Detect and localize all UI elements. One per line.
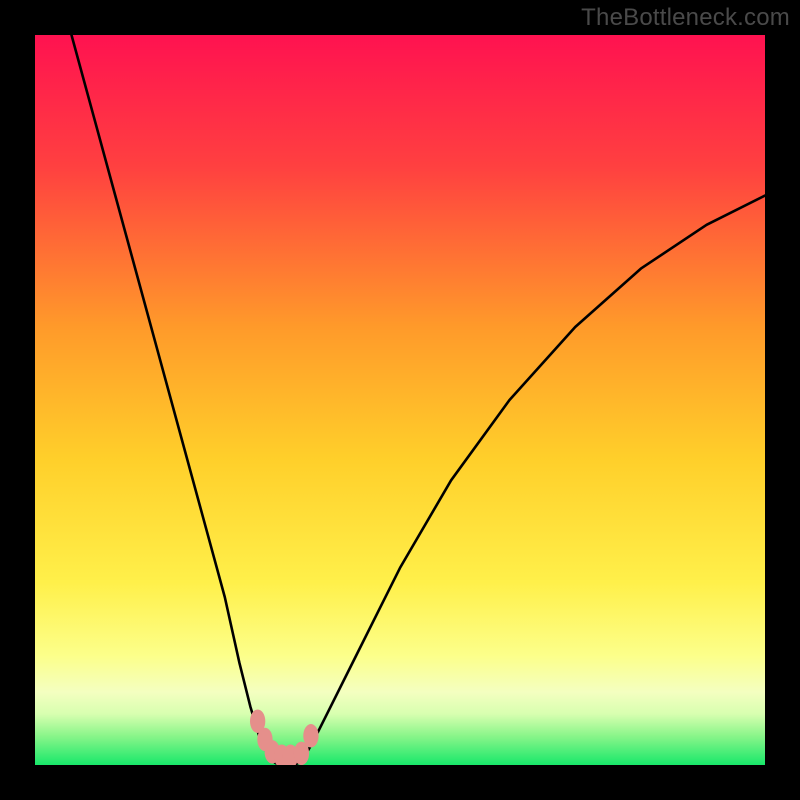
valley-marker <box>303 724 318 748</box>
watermark-text: TheBottleneck.com <box>581 4 790 32</box>
bottleneck-chart <box>35 35 765 765</box>
plot-background <box>35 35 765 765</box>
chart-frame: TheBottleneck.com <box>0 0 800 800</box>
